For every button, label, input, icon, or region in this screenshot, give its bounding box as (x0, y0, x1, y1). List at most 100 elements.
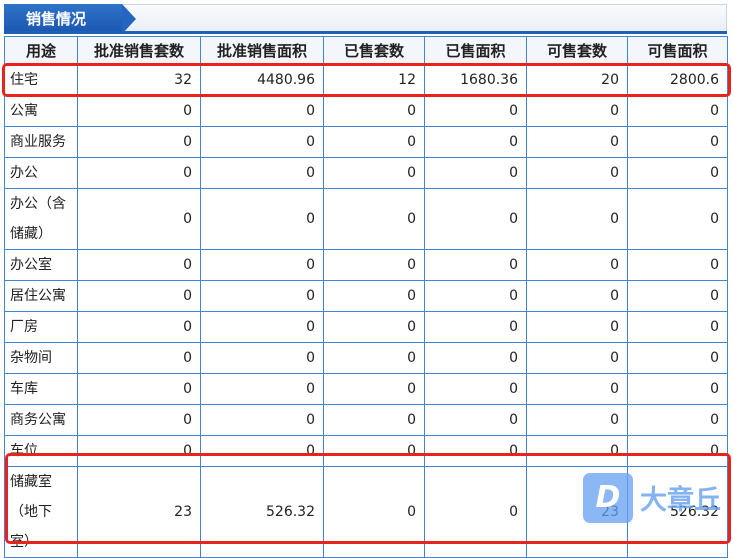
cell-use: 杂物间 (4, 342, 78, 374)
table-row: 商务公寓 0 0 0 0 0 0 (4, 404, 728, 436)
cell-approved-area: 0 (200, 188, 324, 250)
cell-approved-units: 0 (77, 280, 201, 312)
cell-sold-area: 0 (424, 373, 527, 405)
cell-sold-units: 0 (323, 249, 425, 281)
cell-approved-area: 0 (200, 311, 324, 343)
cell-approved-area: 0 (200, 342, 324, 374)
section-title-bar: 销售情况 (4, 4, 727, 34)
cell-use: 住宅 (4, 64, 78, 96)
cell-sold-units: 0 (323, 435, 425, 467)
cell-available-units: 0 (526, 342, 628, 374)
cell-available-area: 0 (627, 373, 728, 405)
cell-sold-units: 0 (323, 95, 425, 127)
cell-available-area: 2800.6 (627, 64, 728, 96)
cell-available-area: 0 (627, 126, 728, 158)
col-header: 已售套数 (323, 36, 425, 65)
col-header: 批准销售套数 (77, 36, 201, 65)
cell-available-area: 0 (627, 342, 728, 374)
cell-approved-area: 4480.96 (200, 64, 324, 96)
cell-sold-units: 0 (323, 188, 425, 250)
cell-sold-units: 0 (323, 157, 425, 189)
cell-use: 储藏室（地下室） (4, 466, 78, 558)
cell-sold-area: 0 (424, 95, 527, 127)
col-header: 可售面积 (627, 36, 728, 65)
table-row: 办公室 0 0 0 0 0 0 (4, 249, 728, 281)
cell-available-area: 0 (627, 311, 728, 343)
watermark-logo-icon: D (583, 473, 633, 523)
cell-available-units: 0 (526, 249, 628, 281)
cell-sold-area: 0 (424, 342, 527, 374)
cell-approved-area: 0 (200, 157, 324, 189)
cell-available-units: 0 (526, 188, 628, 250)
cell-available-area: 0 (627, 435, 728, 467)
table-row: 车库 0 0 0 0 0 0 (4, 373, 728, 405)
cell-available-area: 0 (627, 404, 728, 436)
cell-approved-area: 0 (200, 249, 324, 281)
col-header: 已售面积 (424, 36, 527, 65)
cell-sold-area: 0 (424, 435, 527, 467)
cell-available-units: 0 (526, 280, 628, 312)
cell-available-area: 0 (627, 95, 728, 127)
cell-sold-area: 0 (424, 157, 527, 189)
cell-use: 商务公寓 (4, 404, 78, 436)
cell-approved-units: 0 (77, 435, 201, 467)
cell-sold-units: 0 (323, 126, 425, 158)
cell-sold-units: 0 (323, 404, 425, 436)
cell-approved-units: 0 (77, 249, 201, 281)
cell-sold-area: 0 (424, 466, 527, 558)
cell-sold-units: 12 (323, 64, 425, 96)
cell-approved-units: 0 (77, 404, 201, 436)
cell-approved-area: 0 (200, 373, 324, 405)
cell-available-area: 0 (627, 157, 728, 189)
title-underline (4, 31, 727, 34)
cell-available-area: 0 (627, 249, 728, 281)
cell-sold-area: 0 (424, 280, 527, 312)
cell-use: 商业服务 (4, 126, 78, 158)
cell-approved-units: 0 (77, 157, 201, 189)
table-row: 居住公寓 0 0 0 0 0 0 (4, 280, 728, 312)
cell-approved-units: 0 (77, 311, 201, 343)
cell-sold-units: 0 (323, 280, 425, 312)
cell-available-units: 0 (526, 404, 628, 436)
cell-approved-area: 0 (200, 280, 324, 312)
cell-available-units: 0 (526, 373, 628, 405)
cell-sold-area: 0 (424, 404, 527, 436)
col-header: 可售套数 (526, 36, 628, 65)
cell-sold-units: 0 (323, 373, 425, 405)
cell-approved-units: 0 (77, 95, 201, 127)
cell-approved-units: 0 (77, 126, 201, 158)
cell-use: 办公（含储藏） (4, 188, 78, 250)
cell-approved-units: 32 (77, 64, 201, 96)
table-row: 公寓 0 0 0 0 0 0 (4, 95, 728, 127)
cell-sold-area: 0 (424, 311, 527, 343)
cell-available-units: 0 (526, 95, 628, 127)
cell-use: 公寓 (4, 95, 78, 127)
watermark-text: 大章丘 (640, 485, 721, 516)
cell-available-units: 0 (526, 126, 628, 158)
cell-available-units: 20 (526, 64, 628, 96)
cell-available-units: 0 (526, 157, 628, 189)
table-row: 车位 0 0 0 0 0 0 (4, 435, 728, 467)
cell-approved-units: 23 (77, 466, 201, 558)
cell-approved-units: 0 (77, 373, 201, 405)
col-header: 用途 (4, 36, 78, 65)
cell-approved-area: 526.32 (200, 466, 324, 558)
cell-sold-units: 0 (323, 311, 425, 343)
cell-sold-area: 0 (424, 249, 527, 281)
cell-use: 厂房 (4, 311, 78, 343)
section-title: 销售情况 (4, 4, 136, 34)
table-header-row: 用途 批准销售套数 批准销售面积 已售套数 已售面积 可售套数 可售面积 (4, 36, 728, 65)
cell-use: 车库 (4, 373, 78, 405)
cell-use: 办公室 (4, 249, 78, 281)
cell-approved-area: 0 (200, 126, 324, 158)
cell-use: 办公 (4, 157, 78, 189)
table-row: 办公（含储藏） 0 0 0 0 0 0 (4, 188, 728, 250)
cell-sold-area: 1680.36 (424, 64, 527, 96)
cell-use: 车位 (4, 435, 78, 467)
cell-approved-units: 0 (77, 342, 201, 374)
cell-approved-area: 0 (200, 435, 324, 467)
table-row: 办公 0 0 0 0 0 0 (4, 157, 728, 189)
cell-sold-units: 0 (323, 466, 425, 558)
cell-approved-area: 0 (200, 404, 324, 436)
cell-available-units: 0 (526, 435, 628, 467)
